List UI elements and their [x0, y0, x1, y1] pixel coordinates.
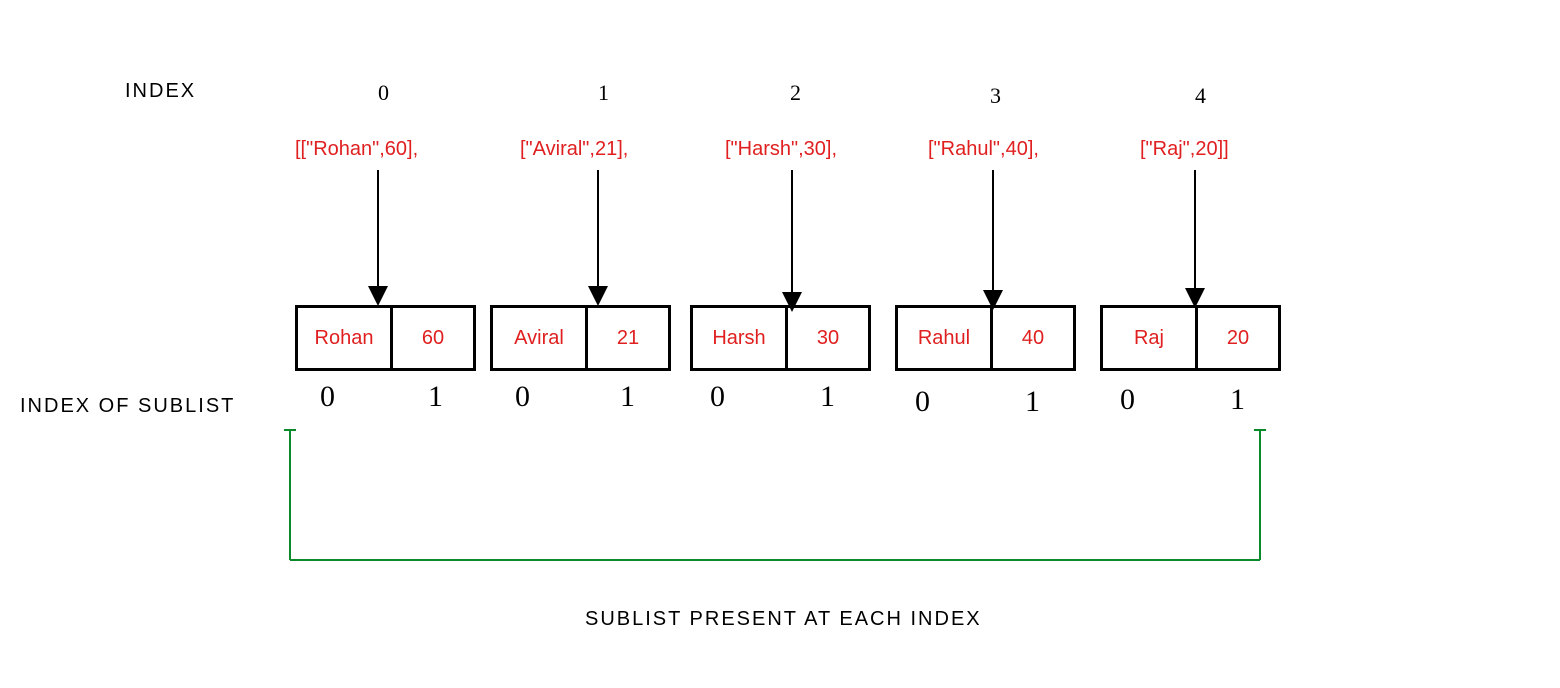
sub-index-1-0: 0 [515, 380, 530, 414]
sub-index-4-0: 0 [1120, 383, 1135, 417]
sub-index-0-0: 0 [320, 380, 335, 414]
box-cell-value: 21 [588, 308, 668, 368]
sub-index-2-0: 0 [710, 380, 725, 414]
sub-index-4-1: 1 [1230, 383, 1245, 417]
box-cell-value: 20 [1198, 308, 1278, 368]
box-cell-value: 40 [993, 308, 1073, 368]
sub-index-3-1: 1 [1025, 385, 1040, 419]
sublist-box-0: Rohan 60 [295, 305, 476, 371]
box-cell-name: Aviral [493, 308, 588, 368]
label-index-of-sublist: INDEX OF SUBLIST [20, 395, 235, 418]
sublist-box-2: Harsh 30 [690, 305, 871, 371]
box-cell-value: 30 [788, 308, 868, 368]
sub-index-0-1: 1 [428, 380, 443, 414]
sub-index-3-0: 0 [915, 385, 930, 419]
sublist-box-4: Raj 20 [1100, 305, 1281, 371]
label-footer: SUBLIST PRESENT AT EACH INDEX [585, 608, 982, 631]
sublist-box-1: Aviral 21 [490, 305, 671, 371]
box-cell-name: Harsh [693, 308, 788, 368]
sub-index-2-1: 1 [820, 380, 835, 414]
box-cell-value: 60 [393, 308, 473, 368]
box-cell-name: Rahul [898, 308, 993, 368]
box-cell-name: Raj [1103, 308, 1198, 368]
sublist-box-3: Rahul 40 [895, 305, 1076, 371]
box-cell-name: Rohan [298, 308, 393, 368]
sub-index-1-1: 1 [620, 380, 635, 414]
